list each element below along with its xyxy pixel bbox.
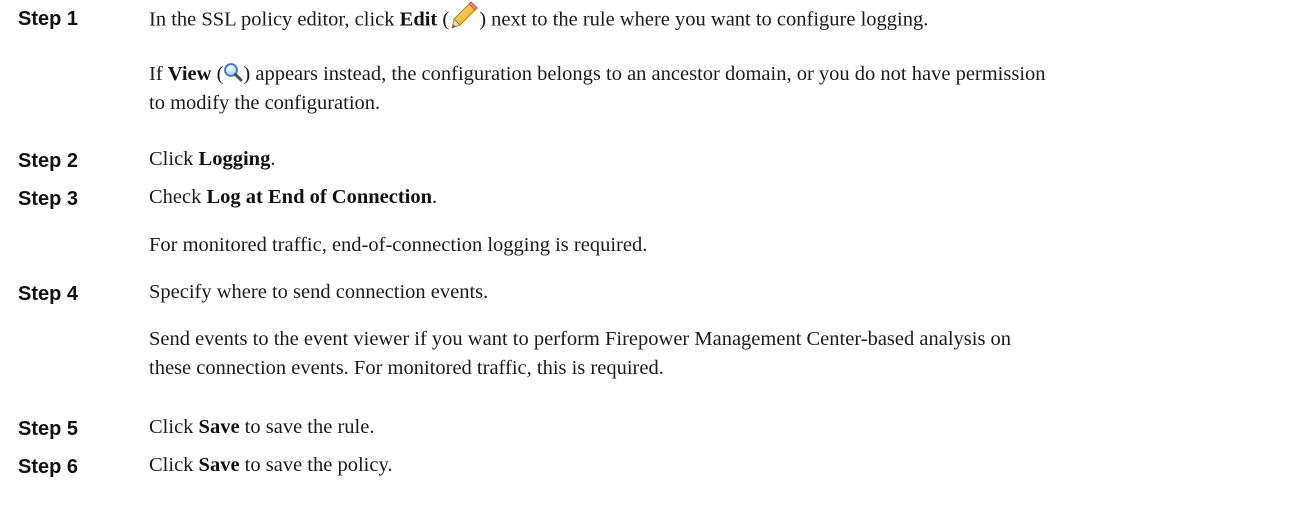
magnifier-icon: [223, 62, 243, 82]
procedure-document: Step 1 In the SSL policy editor, click E…: [0, 0, 1308, 516]
pencil-icon: [449, 0, 479, 30]
step-4-text: Specify where to send connection events.: [149, 281, 489, 303]
step-1-text: In the SSL policy editor, click Edit ( )…: [149, 1, 928, 36]
step-4-label: Step 4: [18, 283, 79, 305]
step-3-text: Check Log at End of Connection.: [149, 186, 438, 208]
step-2-label: Step 2: [18, 150, 79, 172]
step-2-text: Click Logging.: [149, 148, 276, 170]
step-4-note-line-2: these connection events. For monitored t…: [149, 357, 664, 379]
logging-keyword: Logging: [198, 148, 271, 170]
step-4-note-line-1: Send events to the event viewer if you w…: [149, 328, 1012, 350]
step-6-label: Step 6: [18, 456, 79, 478]
log-at-end-keyword: Log at End of Connection: [206, 186, 433, 208]
edit-keyword: Edit: [399, 8, 438, 31]
save-keyword: Save: [198, 454, 240, 476]
step-1-label: Step 1: [18, 8, 79, 30]
step-5-text: Click Save to save the rule.: [149, 416, 375, 438]
step-3-label: Step 3: [18, 188, 79, 210]
save-keyword: Save: [198, 416, 240, 438]
step-3-note: For monitored traffic, end-of-connection…: [149, 234, 648, 256]
step-1-note-line-2: to modify the configuration.: [149, 92, 381, 114]
step-5-label: Step 5: [18, 418, 79, 440]
view-keyword: View: [167, 63, 212, 85]
step-6-text: Click Save to save the policy.: [149, 454, 393, 476]
step-1-note-line-1: If View ( ) appears instead, the configu…: [149, 62, 1046, 85]
